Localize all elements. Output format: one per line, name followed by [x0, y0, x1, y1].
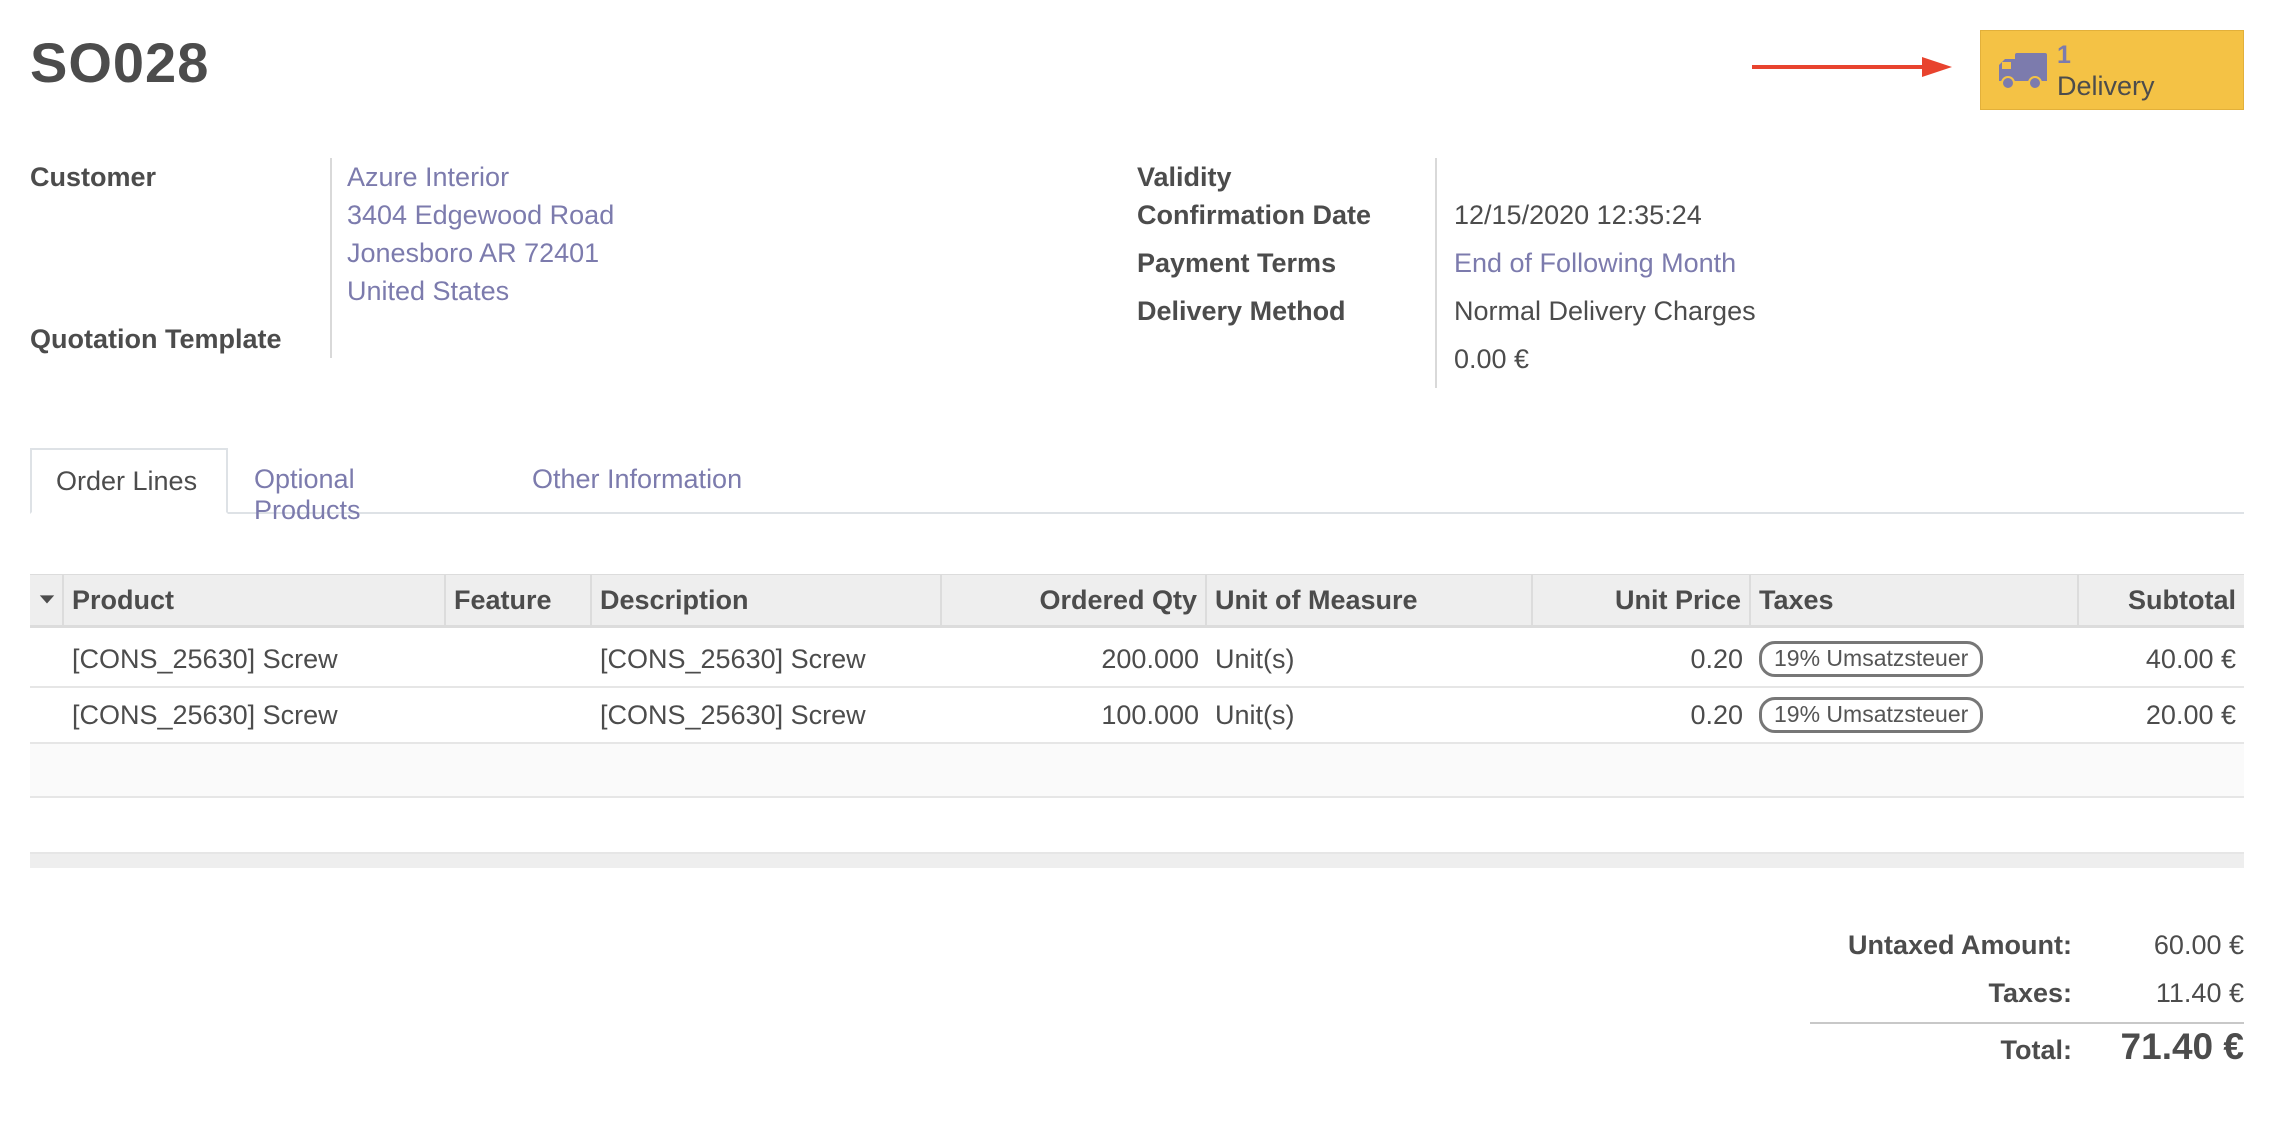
total-value: 71.40 €: [2120, 1026, 2244, 1067]
caret-down-icon: [39, 595, 55, 604]
column-header-ordered-qty[interactable]: Ordered Qty: [942, 575, 1207, 625]
cell-product[interactable]: [CONS_25630] Screw: [64, 632, 446, 686]
cell-unit-price[interactable]: 0.20: [1533, 632, 1751, 686]
cell-taxes[interactable]: 19% Umsatzsteuer: [1751, 688, 2079, 742]
cell-ordered-qty[interactable]: 100.000: [942, 688, 1207, 742]
delivery-method-value: Normal Delivery Charges: [1454, 296, 1756, 326]
cell-subtotal: 40.00 €: [2145, 644, 2236, 674]
annotation-arrow: [1752, 57, 1952, 77]
tab-order-lines[interactable]: Order Lines: [30, 448, 228, 514]
totals-divider: [1810, 1022, 2244, 1024]
payment-terms-link[interactable]: End of Following Month: [1454, 248, 1736, 279]
tax-badge: 19% Umsatzsteuer: [1759, 640, 1984, 677]
cell-description[interactable]: [CONS_25630] Screw: [592, 632, 942, 686]
empty-table-row[interactable]: [30, 800, 2244, 854]
field-divider-left: [330, 158, 332, 358]
column-header-unit-of-measure[interactable]: Unit of Measure: [1207, 575, 1533, 625]
cell-unit-of-measure[interactable]: Unit(s): [1207, 688, 1533, 742]
table-row[interactable]: [CONS_25630] Screw [CONS_25630] Screw 10…: [30, 688, 2244, 744]
cell-product[interactable]: [CONS_25630] Screw: [64, 688, 446, 742]
tab-optional-products[interactable]: Optional Products: [230, 448, 490, 525]
cell-description[interactable]: [CONS_25630] Screw: [592, 688, 942, 742]
quotation-template-label: Quotation Template: [30, 324, 282, 354]
delivery-cost-value: 0.00 €: [1454, 344, 1530, 374]
validity-label: Validity: [1137, 162, 1232, 192]
cell-ordered-qty[interactable]: 200.000: [942, 632, 1207, 686]
empty-table-row[interactable]: [30, 744, 2244, 798]
column-header-unit-price[interactable]: Unit Price: [1533, 575, 1751, 625]
table-footer: [30, 854, 2244, 868]
column-header-taxes[interactable]: Taxes: [1751, 575, 2079, 625]
confirmation-date-label: Confirmation Date: [1137, 200, 1372, 230]
untaxed-amount-label: Untaxed Amount:: [1848, 930, 2072, 960]
taxes-label: Taxes:: [1988, 978, 2072, 1008]
customer-label: Customer: [30, 162, 157, 192]
taxes-value: 11.40 €: [2155, 978, 2244, 1008]
column-header-feature[interactable]: Feature: [446, 575, 592, 625]
cell-unit-of-measure[interactable]: Unit(s): [1207, 632, 1533, 686]
column-header-description[interactable]: Description: [592, 575, 942, 625]
table-row[interactable]: [CONS_25630] Screw [CONS_25630] Screw 20…: [30, 632, 2244, 688]
tab-other-information[interactable]: Other Information: [508, 448, 798, 514]
customer-address-line3[interactable]: United States: [347, 276, 509, 307]
customer-name-link[interactable]: Azure Interior: [347, 162, 509, 193]
untaxed-amount-value: 60.00 €: [2153, 930, 2244, 960]
total-label: Total:: [2000, 1035, 2072, 1065]
customer-address-line1[interactable]: 3404 Edgewood Road: [347, 200, 614, 231]
truck-icon: [1999, 53, 2047, 90]
column-header-subtotal[interactable]: Subtotal: [2079, 575, 2244, 625]
field-divider-right: [1435, 158, 1437, 388]
cell-subtotal: 20.00 €: [2145, 700, 2236, 730]
confirmation-date-value: 12/15/2020 12:35:24: [1454, 200, 1702, 230]
cell-unit-price[interactable]: 0.20: [1533, 688, 1751, 742]
payment-terms-label: Payment Terms: [1137, 248, 1337, 278]
tax-badge: 19% Umsatzsteuer: [1759, 696, 1984, 733]
delivery-label: Delivery: [2057, 71, 2155, 101]
page-title: SO028: [30, 31, 210, 94]
column-header-product[interactable]: Product: [64, 575, 446, 625]
customer-address-line2[interactable]: Jonesboro AR 72401: [347, 238, 599, 269]
cell-taxes[interactable]: 19% Umsatzsteuer: [1751, 632, 2079, 686]
row-handle-toggle[interactable]: [30, 575, 64, 625]
delivery-count: 1: [2057, 41, 2071, 69]
delivery-method-label: Delivery Method: [1137, 296, 1346, 326]
delivery-smart-button[interactable]: 1 Delivery: [1980, 30, 2244, 110]
order-lines-table-header: Product Feature Description Ordered Qty …: [30, 574, 2244, 628]
